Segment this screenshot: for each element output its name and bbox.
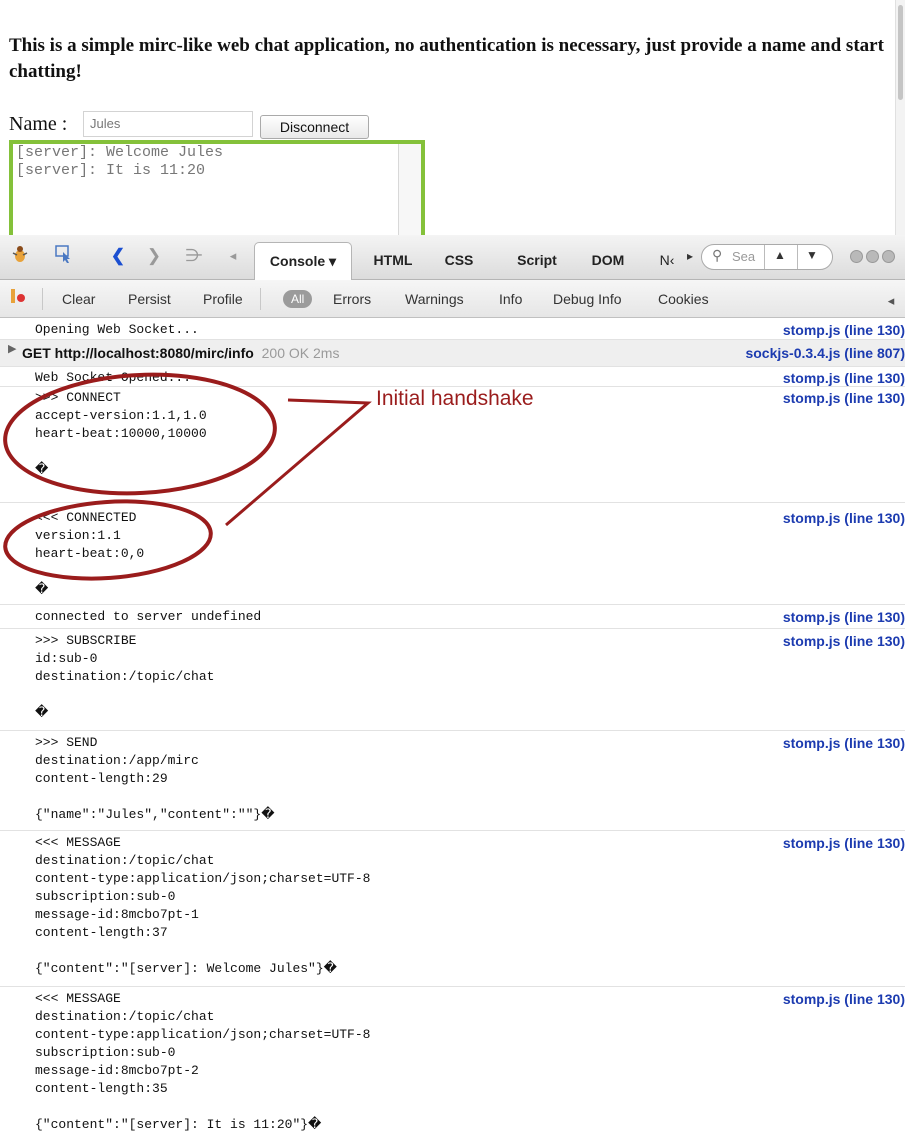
close-icon[interactable] xyxy=(882,250,895,263)
inspect-icon[interactable] xyxy=(52,244,76,268)
search-divider xyxy=(797,245,798,269)
intro-text: This is a simple mirc-like web chat appl… xyxy=(9,35,884,82)
firebug-icon[interactable] xyxy=(8,244,32,268)
name-label: Name : xyxy=(9,113,68,135)
request-status: 200 OK 2ms xyxy=(261,345,340,361)
log-source-link[interactable]: stomp.js (line 130) xyxy=(783,321,905,339)
tab-script[interactable]: Script xyxy=(508,242,566,280)
search-input[interactable]: ⚲ Sea ▲ ▼ xyxy=(701,244,833,270)
scroll-left-icon[interactable]: ◂ xyxy=(884,289,898,313)
log-message: >>> CONNECT accept-version:1.1,1.0 heart… xyxy=(35,390,207,477)
filter-errors[interactable]: Errors xyxy=(333,290,371,308)
log-source-link[interactable]: stomp.js (line 130) xyxy=(783,834,905,852)
request-url[interactable]: GET http://localhost:8080/mirc/info xyxy=(22,345,254,361)
log-source-link[interactable]: stomp.js (line 130) xyxy=(783,389,905,407)
log-message: Opening Web Socket... xyxy=(35,322,199,337)
network-request-entry[interactable]: ▶ GET http://localhost:8080/mirc/info 20… xyxy=(0,340,905,367)
log-entry: >>> SUBSCRIBE id:sub-0 destination:/topi… xyxy=(0,629,905,731)
name-input[interactable]: Jules xyxy=(83,111,253,137)
log-source-link[interactable]: sockjs-0.3.4.js (line 807) xyxy=(745,344,905,362)
log-source-link[interactable]: stomp.js (line 130) xyxy=(783,369,905,387)
filter-all[interactable]: All xyxy=(283,290,313,308)
search-next-icon[interactable]: ▼ xyxy=(806,248,818,262)
tab-css[interactable]: CSS xyxy=(438,242,480,280)
console-log: Opening Web Socket... stomp.js (line 130… xyxy=(0,318,905,1147)
chat-scrollbar[interactable] xyxy=(398,144,421,246)
more-tabs-icon[interactable]: ▸ xyxy=(684,244,696,268)
search-placeholder: Sea xyxy=(732,249,756,264)
log-message: >>> SUBSCRIBE id:sub-0 destination:/topi… xyxy=(35,633,215,720)
search-previous-icon[interactable]: ▲ xyxy=(774,248,786,262)
log-entry: <<< MESSAGE destination:/topic/chat cont… xyxy=(0,987,905,1147)
log-source-link[interactable]: stomp.js (line 130) xyxy=(783,632,905,650)
page-scrollbar[interactable] xyxy=(895,0,905,235)
filter-cookies[interactable]: Cookies xyxy=(658,290,709,308)
tab-html[interactable]: HTML xyxy=(368,242,418,280)
log-message: <<< MESSAGE destination:/topic/chat cont… xyxy=(35,991,371,1132)
search-icon: ⚲ xyxy=(712,247,723,263)
chat-line: [server]: Welcome Jules xyxy=(16,144,224,161)
forward-arrow-icon[interactable]: ❯ xyxy=(144,244,164,268)
expand-arrow-icon[interactable]: ▶ xyxy=(8,342,16,355)
log-source-link[interactable]: stomp.js (line 130) xyxy=(783,608,905,626)
scroll-left-icon[interactable]: ◂ xyxy=(226,244,240,268)
toolbar-divider xyxy=(42,288,43,310)
log-entry: <<< MESSAGE destination:/topic/chat cont… xyxy=(0,831,905,987)
log-entry: Web Socket Opened... stomp.js (line 130) xyxy=(0,367,905,387)
filter-info[interactable]: Info xyxy=(499,290,522,308)
log-message: connected to server undefined xyxy=(35,609,262,624)
profile-button[interactable]: Profile xyxy=(203,290,243,308)
back-arrow-icon[interactable]: ❮ xyxy=(108,244,128,268)
tab-console[interactable]: Console ▾ xyxy=(254,242,352,281)
log-source-link[interactable]: stomp.js (line 130) xyxy=(783,990,905,1008)
indent-icon[interactable]: ⋺ xyxy=(182,244,206,268)
log-entry: Opening Web Socket... stomp.js (line 130… xyxy=(0,318,905,340)
log-entry: <<< CONNECTED version:1.1 heart-beat:0,0… xyxy=(0,503,905,605)
chat-line: [server]: It is 11:20 xyxy=(16,162,206,179)
log-message: Web Socket Opened... xyxy=(35,370,192,385)
search-divider xyxy=(764,245,765,269)
filter-warnings[interactable]: Warnings xyxy=(405,290,464,308)
log-source-link[interactable]: stomp.js (line 130) xyxy=(783,509,905,527)
tab-net[interactable]: N‹ xyxy=(652,242,682,280)
page-scrollbar-thumb[interactable] xyxy=(898,5,903,100)
tab-dom[interactable]: DOM xyxy=(584,242,632,280)
persist-button[interactable]: Persist xyxy=(128,290,171,308)
clear-button[interactable]: Clear xyxy=(62,290,95,308)
webpage: This is a simple mirc-like web chat appl… xyxy=(0,0,905,250)
minimize-icon[interactable] xyxy=(850,250,863,263)
log-message: <<< CONNECTED version:1.1 heart-beat:0,0… xyxy=(35,510,145,597)
error-breakpoint-icon[interactable] xyxy=(8,287,28,311)
log-entry: >>> CONNECT accept-version:1.1,1.0 heart… xyxy=(0,387,905,503)
disconnect-button[interactable]: Disconnect xyxy=(260,115,369,139)
firebug-toolbar: ❮ ❯ ⋺ ◂ Console ▾ HTML CSS Script DOM N‹… xyxy=(0,235,905,281)
log-source-link[interactable]: stomp.js (line 130) xyxy=(783,734,905,752)
chat-log-textarea[interactable]: [server]: Welcome Jules [server]: It is … xyxy=(9,140,425,250)
filter-debug-info[interactable]: Debug Info xyxy=(553,290,622,308)
log-message: <<< MESSAGE destination:/topic/chat cont… xyxy=(35,835,371,976)
log-entry: >>> SEND destination:/app/mirc content-l… xyxy=(0,731,905,831)
log-message: >>> SEND destination:/app/mirc content-l… xyxy=(35,735,275,822)
console-toolbar: Clear Persist Profile All Errors Warning… xyxy=(0,280,905,318)
detach-icon[interactable] xyxy=(866,250,879,263)
toolbar-divider xyxy=(260,288,261,310)
log-entry: connected to server undefined stomp.js (… xyxy=(0,605,905,629)
firebug-panel: ❮ ❯ ⋺ ◂ Console ▾ HTML CSS Script DOM N‹… xyxy=(0,235,905,1147)
